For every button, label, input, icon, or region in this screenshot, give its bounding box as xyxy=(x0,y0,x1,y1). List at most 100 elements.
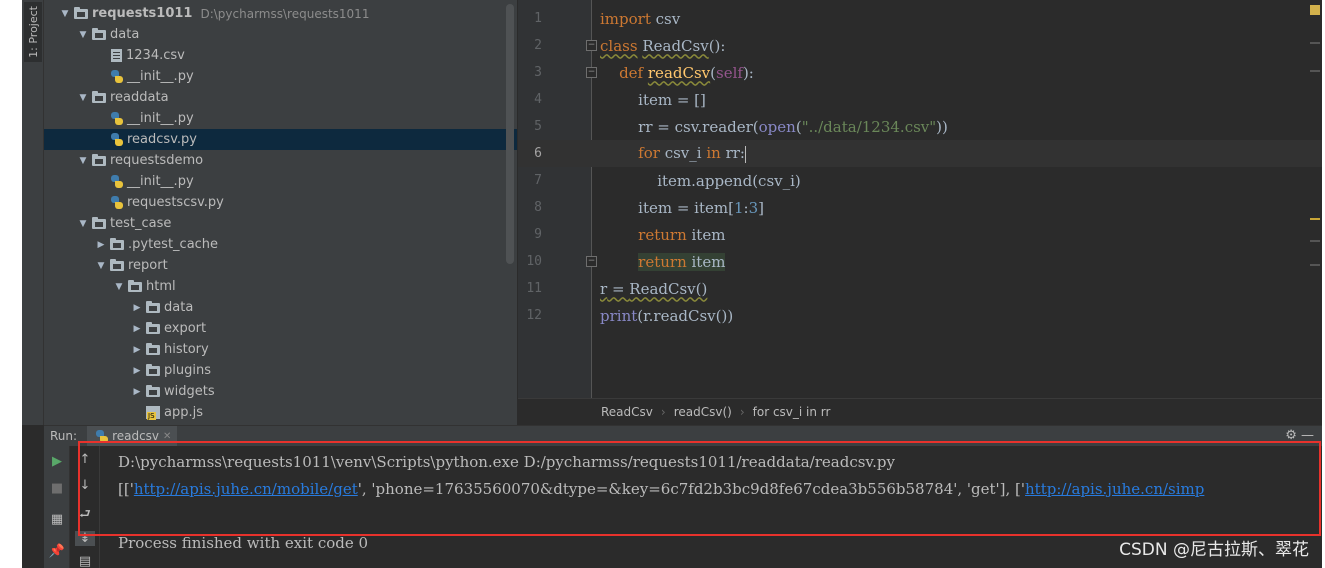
fold-minus-icon[interactable]: − xyxy=(586,67,597,78)
project-tool-tab[interactable]: 1: Project xyxy=(24,2,42,62)
tree-item[interactable]: ▶ plugins xyxy=(44,360,517,381)
tool-window-strip: 1: Project xyxy=(22,0,44,425)
code-line-9[interactable]: 9 return item xyxy=(518,221,1322,248)
code-text: r = ReadCsv() xyxy=(600,279,708,298)
tree-item-label: data xyxy=(164,300,194,315)
tree-item-label: readdata xyxy=(110,90,169,105)
tree-item[interactable]: ▶app.js xyxy=(44,402,517,423)
code-text: item = item[1:3] xyxy=(638,198,764,217)
code-text: for csv_i in rr: xyxy=(638,144,746,163)
code-line-7[interactable]: 7 item.append(csv_i) xyxy=(518,167,1322,194)
expand-arrow-icon[interactable]: ▼ xyxy=(76,30,90,40)
tree-item[interactable]: ▶readcsv.py xyxy=(44,129,517,150)
rerun-icon[interactable]: ▶ xyxy=(47,454,67,469)
folder-icon xyxy=(128,280,142,292)
tree-item[interactable]: ▶__init__.py xyxy=(44,171,517,192)
tree-item[interactable]: ▼ test_case xyxy=(44,213,517,234)
code-text: return item xyxy=(638,225,726,244)
layout-icon[interactable]: ▦ xyxy=(47,512,67,527)
scroll-mark xyxy=(1310,264,1320,266)
code-line-6-current[interactable]: 6 for csv_i in rr: xyxy=(518,140,1322,167)
tree-item[interactable]: ▼ requestsdemo xyxy=(44,150,517,171)
folder-icon xyxy=(110,238,124,250)
code-line-2[interactable]: 2 − class ReadCsv(): xyxy=(518,32,1322,59)
expand-arrow-icon[interactable]: ▼ xyxy=(76,219,90,229)
tree-item[interactable]: ▼ requests1011 D:\pycharmss\requests1011 xyxy=(44,3,517,24)
tree-item[interactable]: ▼ html xyxy=(44,276,517,297)
expand-arrow-icon[interactable]: ▼ xyxy=(94,261,108,271)
tree-item[interactable]: ▼ report xyxy=(44,255,517,276)
line-number: 3 xyxy=(534,65,542,80)
line-number: 10 xyxy=(526,254,542,269)
code-line-11[interactable]: 11 r = ReadCsv() xyxy=(518,275,1322,302)
code-line-3[interactable]: 3 − def readCsv(self): xyxy=(518,59,1322,86)
print-icon[interactable]: ▤ xyxy=(75,554,95,568)
expand-arrow-icon[interactable]: ▼ xyxy=(112,282,126,292)
python-file-icon xyxy=(110,112,123,125)
line-number: 12 xyxy=(526,308,542,323)
code-line-10[interactable]: 10 − return item xyxy=(518,248,1322,275)
python-file-icon xyxy=(110,70,123,83)
code-line-12[interactable]: 12 print(r.readCsv()) xyxy=(518,302,1322,329)
breadcrumb-class[interactable]: ReadCsv xyxy=(601,405,653,419)
line-number: 7 xyxy=(534,173,542,188)
breadcrumb-separator: › xyxy=(739,405,745,419)
code-line-1[interactable]: 1 import csv xyxy=(518,5,1322,32)
code-line-5[interactable]: 5 rr = csv.reader(open("../data/1234.csv… xyxy=(518,113,1322,140)
inspection-status-icon[interactable] xyxy=(1310,5,1320,15)
tree-item[interactable]: ▶__init__.py xyxy=(44,108,517,129)
tree-item-label: __init__.py xyxy=(127,111,194,126)
line-number: 6 xyxy=(534,146,542,161)
code-line-8[interactable]: 8 item = item[1:3] xyxy=(518,194,1322,221)
expand-arrow-icon[interactable]: ▼ xyxy=(76,93,90,103)
collapse-arrow-icon[interactable]: ▶ xyxy=(130,303,144,313)
project-tree[interactable]: ▼ requests1011 D:\pycharmss\requests1011 ▼ d… xyxy=(44,0,517,425)
folder-icon xyxy=(110,259,124,271)
collapse-arrow-icon[interactable]: ▶ xyxy=(130,345,144,355)
tree-item-label: __init__.py xyxy=(127,69,194,84)
highlight-annotation-box xyxy=(78,441,1321,536)
tree-item-label: .pytest_cache xyxy=(128,237,219,252)
tree-item[interactable]: ▶__init__.py xyxy=(44,66,517,87)
fold-minus-icon[interactable]: − xyxy=(586,40,597,51)
line-number: 9 xyxy=(534,227,542,242)
collapse-arrow-icon[interactable]: ▶ xyxy=(94,240,108,250)
pin-icon[interactable]: 📌 xyxy=(47,544,67,559)
close-icon[interactable]: ✕ xyxy=(163,431,171,442)
expand-arrow-icon[interactable]: ▼ xyxy=(58,9,72,19)
scroll-mark xyxy=(1310,70,1320,72)
line-number: 8 xyxy=(534,200,542,215)
tree-item-label: requests1011 xyxy=(92,6,193,21)
code-editor[interactable]: 1 import csv 2 − class ReadCsv(): 3 − de… xyxy=(518,0,1322,398)
tree-item-label: plugins xyxy=(164,363,211,378)
tree-item[interactable]: ▶ export xyxy=(44,318,517,339)
breadcrumb-method[interactable]: readCsv() xyxy=(674,405,732,419)
tree-item[interactable]: ▶ .pytest_cache xyxy=(44,234,517,255)
tree-item[interactable]: ▶1234.csv xyxy=(44,45,517,66)
tree-item[interactable]: ▼ readdata xyxy=(44,87,517,108)
code-line-4[interactable]: 4 item = [] xyxy=(518,86,1322,113)
expand-arrow-icon[interactable]: ▼ xyxy=(76,156,90,166)
code-text: return item xyxy=(638,252,726,271)
folder-icon xyxy=(146,322,160,334)
collapse-arrow-icon[interactable]: ▶ xyxy=(130,366,144,376)
tree-item[interactable]: ▶ data xyxy=(44,297,517,318)
python-file-icon xyxy=(110,196,123,209)
code-text: print(r.readCsv()) xyxy=(600,306,734,325)
stop-icon[interactable]: ■ xyxy=(47,481,67,496)
collapse-arrow-icon[interactable]: ▶ xyxy=(130,324,144,334)
scroll-mark xyxy=(1310,42,1320,44)
breadcrumb-loop[interactable]: for csv_i in rr xyxy=(753,405,831,419)
project-tree-scrollbar[interactable] xyxy=(506,4,514,264)
collapse-arrow-icon[interactable]: ▶ xyxy=(130,387,144,397)
code-text: import csv xyxy=(600,9,681,28)
breadcrumb-separator: › xyxy=(660,405,666,419)
tree-item-label: readcsv.py xyxy=(127,132,197,147)
tree-item[interactable]: ▶ history xyxy=(44,339,517,360)
run-controls: ▶ ■ ▦ 📌 xyxy=(44,446,70,568)
tree-item[interactable]: ▶ widgets xyxy=(44,381,517,402)
tree-item[interactable]: ▼ data xyxy=(44,24,517,45)
fold-minus-icon[interactable]: − xyxy=(586,256,597,267)
tree-item[interactable]: ▶requestscsv.py xyxy=(44,192,517,213)
warning-mark[interactable] xyxy=(1310,218,1320,220)
